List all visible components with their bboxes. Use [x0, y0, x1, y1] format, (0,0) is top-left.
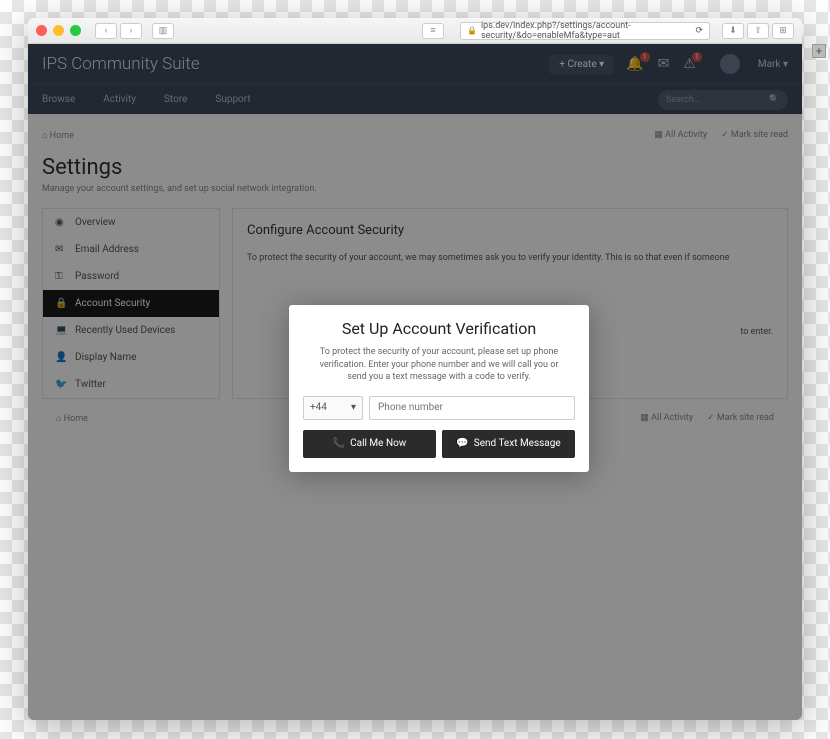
breadcrumb-bottom[interactable]: ⌂ Home	[56, 413, 88, 424]
sidebar-item-security[interactable]: 🔒Account Security	[43, 290, 219, 317]
nav-store[interactable]: Store	[164, 94, 187, 105]
sidebar-item-password[interactable]: ⚿Password	[43, 263, 219, 290]
close-window[interactable]	[36, 25, 47, 36]
nav-activity[interactable]: Activity	[103, 94, 136, 105]
forward-button[interactable]: ›	[120, 23, 142, 39]
page-subtitle: Manage your account settings, and set up…	[42, 184, 788, 194]
settings-sidebar: ◉Overview ✉Email Address ⚿Password 🔒Acco…	[42, 208, 220, 399]
lock-icon: 🔒	[55, 298, 67, 309]
lock-icon: 🔒	[467, 26, 477, 35]
search-icon[interactable]: 🔍	[769, 95, 780, 105]
download-button[interactable]: ⬇	[722, 23, 744, 39]
mail-icon: ✉	[55, 244, 67, 255]
send-text-button[interactable]: 💬Send Text Message	[442, 430, 575, 458]
minimize-window[interactable]	[53, 25, 64, 36]
maximize-window[interactable]	[70, 25, 81, 36]
mark-read-link[interactable]: ✓ Mark site read	[721, 130, 788, 141]
laptop-icon: 💻	[55, 325, 67, 336]
all-activity-link[interactable]: ▦ All Activity	[654, 130, 707, 141]
phone-input[interactable]	[369, 396, 575, 420]
avatar[interactable]	[720, 54, 740, 74]
nav-support[interactable]: Support	[215, 94, 250, 105]
nav-browse[interactable]: Browse	[42, 94, 75, 105]
all-activity-link-bottom[interactable]: ▦ All Activity	[640, 413, 693, 424]
panel-text-1: To protect the security of your account,…	[247, 252, 773, 266]
browser-titlebar: ‹ › ▥ ≡ 🔒 ips.dev/index.php?/settings/ac…	[28, 18, 802, 44]
site-brand[interactable]: IPS Community Suite	[42, 54, 549, 74]
sidebar-toggle[interactable]: ▥	[152, 23, 174, 39]
country-code-select[interactable]: +44▾	[303, 396, 363, 420]
user-icon: 👤	[55, 352, 67, 363]
main-nav: Browse Activity Store Support Search... …	[28, 84, 802, 114]
modal-description: To protect the security of your account,…	[303, 338, 575, 396]
search-input[interactable]: Search... 🔍	[658, 90, 788, 110]
panel-title: Configure Account Security	[247, 223, 773, 238]
create-button[interactable]: + Create ▾	[549, 55, 614, 74]
page-title: Settings	[42, 155, 788, 180]
verification-modal: Set Up Account Verification To protect t…	[289, 305, 589, 472]
share-button[interactable]: ⇪	[747, 23, 769, 39]
sidebar-item-twitter[interactable]: 🐦Twitter	[43, 371, 219, 398]
modal-title: Set Up Account Verification	[303, 319, 575, 338]
site-header: IPS Community Suite + Create ▾ 🔔1 ✉ ⚠1 M…	[28, 44, 802, 84]
mark-read-link-bottom[interactable]: ✓ Mark site read	[707, 413, 774, 424]
breadcrumb[interactable]: ⌂ Home	[42, 130, 74, 141]
twitter-icon: 🐦	[55, 379, 67, 390]
sidebar-item-email[interactable]: ✉Email Address	[43, 236, 219, 263]
sidebar-item-overview[interactable]: ◉Overview	[43, 209, 219, 236]
reader-button[interactable]: ≡	[422, 23, 444, 39]
dashboard-icon: ◉	[55, 217, 67, 228]
chevron-down-icon: ▾	[351, 402, 356, 413]
key-icon: ⚿	[55, 271, 67, 282]
alerts-icon[interactable]: ⚠1	[683, 56, 696, 72]
comment-icon: 💬	[456, 438, 468, 449]
back-button[interactable]: ‹	[95, 23, 117, 39]
tabs-button[interactable]: ⊞	[772, 23, 794, 39]
url-text: ips.dev/index.php?/settings/account-secu…	[481, 21, 691, 41]
reload-icon[interactable]: ⟳	[695, 26, 703, 36]
username-dropdown[interactable]: Mark ▾	[758, 59, 788, 70]
notifications-icon[interactable]: 🔔1	[626, 56, 643, 72]
sidebar-item-display-name[interactable]: 👤Display Name	[43, 344, 219, 371]
messages-icon[interactable]: ✉	[658, 56, 670, 72]
address-bar[interactable]: 🔒 ips.dev/index.php?/settings/account-se…	[460, 22, 710, 40]
sidebar-item-devices[interactable]: 💻Recently Used Devices	[43, 317, 219, 344]
phone-icon: 📞	[333, 438, 345, 449]
call-me-button[interactable]: 📞Call Me Now	[303, 430, 436, 458]
new-tab-button[interactable]: +	[812, 44, 826, 58]
